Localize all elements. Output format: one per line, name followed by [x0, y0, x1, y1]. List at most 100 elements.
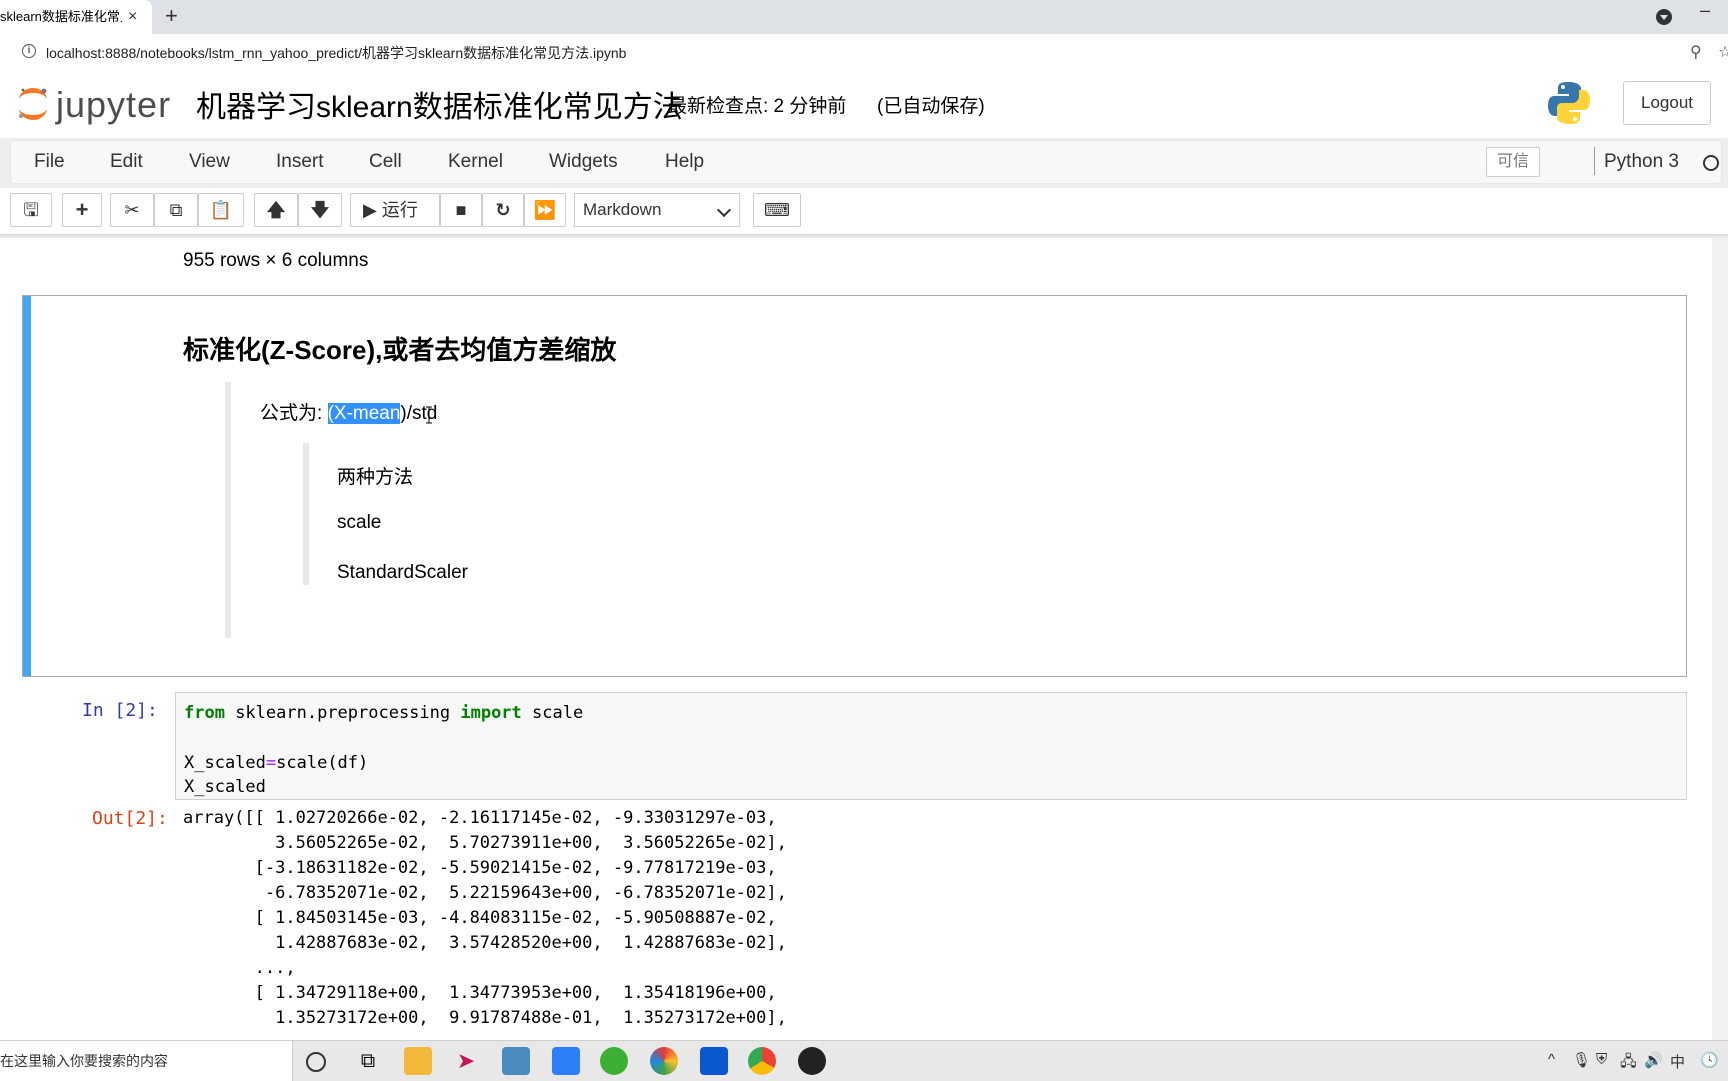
chrome-icon[interactable]: [748, 1047, 776, 1075]
clock-icon[interactable]: 🕓: [1700, 1051, 1719, 1069]
menu-view[interactable]: View: [189, 141, 230, 183]
kernel-separator: [1594, 147, 1595, 175]
network-icon[interactable]: 🖧: [1620, 1051, 1637, 1076]
menu-edit[interactable]: Edit: [110, 141, 143, 183]
ime-icon[interactable]: 中: [1670, 1051, 1685, 1072]
notebook-container: 955 rows × 6 columns 标准化(Z-Score),或者去均值方…: [0, 238, 1712, 1040]
browser-tab-title: sklearn数据标准化常见: [0, 9, 122, 24]
move-up-button[interactable]: 🡅: [254, 193, 298, 227]
input-prompt: In [2]:: [82, 700, 158, 721]
copy-button[interactable]: ⧉: [154, 193, 198, 227]
security-icon[interactable]: ⛨: [1596, 1051, 1607, 1068]
cut-button[interactable]: ✂: [110, 193, 154, 227]
paste-icon: 📋: [209, 200, 233, 220]
run-label: 运行: [381, 200, 418, 220]
output-line: 3.56052265e-02, 5.70273911e+00, 3.560522…: [183, 833, 787, 853]
microphone-icon[interactable]: 🎙: [1572, 1051, 1591, 1069]
address-bar: i localhost:8888/notebooks/lstm_rnn_yaho…: [0, 34, 1728, 71]
interrupt-button[interactable]: ■: [440, 193, 482, 227]
cortana-icon[interactable]: [306, 1052, 326, 1072]
mindmap-app-icon[interactable]: [700, 1047, 728, 1075]
trusted-indicator[interactable]: 可信: [1486, 147, 1540, 177]
kernel-status-icon: [1703, 155, 1719, 171]
notebook-toolbar: 🖫 + ✂ ⧉ 📋 🡅 🡇 ▶ 运行 ■ ↻ ⏩ Markdown ⌨: [0, 188, 1728, 234]
plus-icon: +: [75, 197, 89, 222]
markdown-cell[interactable]: 标准化(Z-Score),或者去均值方差缩放 公式为: (X-mean)/std…: [22, 295, 1687, 677]
kernel-name[interactable]: Python 3: [1604, 141, 1679, 183]
text-cursor-icon: [426, 406, 432, 424]
dataframe-row-count: 955 rows × 6 columns: [183, 250, 369, 271]
command-palette-button[interactable]: ⌨: [753, 193, 801, 227]
cell-type-select[interactable]: Markdown: [574, 193, 740, 227]
chevron-down-icon: [716, 202, 732, 218]
output-line: ...,: [183, 958, 296, 978]
task-view-icon[interactable]: ⧉: [354, 1047, 382, 1075]
bookmark-star-icon[interactable]: ☆: [1718, 42, 1728, 62]
formula-text: 公式为: (X-mean)/std: [260, 398, 437, 425]
markdown-item-standardscaler: StandardScaler: [337, 562, 468, 583]
stop-icon: ■: [455, 200, 467, 220]
run-button[interactable]: ▶ 运行: [350, 193, 440, 227]
scissors-icon: ✂: [124, 200, 140, 220]
menu-file[interactable]: File: [34, 141, 65, 183]
wechat-icon[interactable]: [600, 1047, 628, 1075]
page-scrollbar[interactable]: [1712, 238, 1728, 1040]
play-icon: ▶: [363, 200, 377, 220]
menu-widgets[interactable]: Widgets: [549, 141, 618, 183]
paste-button[interactable]: 📋: [198, 193, 244, 227]
logout-button[interactable]: Logout: [1623, 81, 1711, 125]
output-cell: Out[2]: array([[ 1.02720266e-02, -2.1611…: [22, 808, 1687, 1040]
tray-expand-icon[interactable]: ^: [1548, 1051, 1555, 1068]
photos-app-icon[interactable]: [650, 1047, 678, 1075]
site-info-icon[interactable]: i: [22, 44, 36, 58]
menu-kernel[interactable]: Kernel: [448, 141, 503, 183]
window-minimize-icon[interactable]: –: [1700, 0, 1710, 21]
python-app-icon[interactable]: [502, 1047, 530, 1075]
output-line: 1.42887683e-02, 3.57428520e+00, 1.428876…: [183, 933, 787, 953]
notebook-title[interactable]: 机器学习sklearn数据标准化常见方法: [196, 82, 683, 126]
tab-close-icon[interactable]: ×: [128, 0, 137, 34]
code-line-2: X_scaled=scale(df): [184, 753, 369, 773]
menubar: File Edit View Insert Cell Kernel Widget…: [10, 140, 1722, 184]
cell-type-value: Markdown: [583, 200, 662, 219]
code-editor[interactable]: from sklearn.preprocessing import scale …: [175, 692, 1687, 800]
tab-search-icon[interactable]: [1656, 9, 1672, 25]
menu-help[interactable]: Help: [665, 141, 704, 183]
jupyter-logo[interactable]: jupyter: [16, 80, 176, 128]
arrow-down-icon: 🡇: [310, 200, 330, 220]
output-line: array([[ 1.02720266e-02, -2.16117145e-02…: [183, 808, 777, 828]
code-line-1: from sklearn.preprocessing import scale: [184, 703, 584, 723]
formula-selection[interactable]: (X-mean: [327, 403, 401, 424]
keyboard-icon: ⌨: [764, 200, 790, 220]
blockquote-bar: [225, 382, 231, 638]
arrow-up-icon: 🡅: [266, 200, 286, 220]
formula-prefix: 公式为:: [260, 403, 323, 424]
menu-insert[interactable]: Insert: [276, 141, 324, 183]
taskbar-search-input[interactable]: 在这里输入你要搜索的内容: [0, 1041, 293, 1081]
output-line: 1.35273172e+00, 9.91787488e-01, 1.352731…: [183, 1008, 787, 1028]
pointer-app-icon[interactable]: ➤: [452, 1047, 480, 1075]
feishu-app-icon[interactable]: [552, 1047, 580, 1075]
file-explorer-icon[interactable]: [404, 1047, 432, 1075]
obs-icon[interactable]: [798, 1047, 826, 1075]
nested-blockquote-bar: [303, 443, 309, 585]
markdown-item-methods: 两种方法: [337, 467, 414, 488]
selected-cell-indicator: [23, 296, 31, 676]
new-tab-icon[interactable]: +: [165, 3, 178, 29]
restart-button[interactable]: ↻: [482, 193, 524, 227]
code-cell[interactable]: In [2]: from sklearn.preprocessing impor…: [22, 690, 1687, 804]
restart-run-all-button[interactable]: ⏩: [524, 193, 566, 227]
menu-cell[interactable]: Cell: [369, 141, 402, 183]
volume-icon[interactable]: 🔊: [1644, 1051, 1663, 1069]
save-button[interactable]: 🖫: [10, 193, 52, 227]
zoom-icon[interactable]: ⚲: [1690, 42, 1702, 62]
browser-tab[interactable]: sklearn数据标准化常见 ×: [0, 0, 152, 34]
url-field[interactable]: localhost:8888/notebooks/lstm_rnn_yahoo_…: [46, 43, 626, 63]
markdown-item-scale: scale: [337, 512, 382, 533]
output-line: -6.78352071e-02, 5.22159643e+00, -6.7835…: [183, 883, 787, 903]
move-down-button[interactable]: 🡇: [298, 193, 342, 227]
python-logo-icon: [1548, 82, 1590, 124]
save-icon: 🖫: [23, 200, 39, 220]
insert-cell-button[interactable]: +: [62, 193, 102, 227]
windows-taskbar: 在这里输入你要搜索的内容 ⧉ ➤ ^ 🎙 ⛨ 🖧 🔊 中 🕓: [0, 1040, 1728, 1081]
